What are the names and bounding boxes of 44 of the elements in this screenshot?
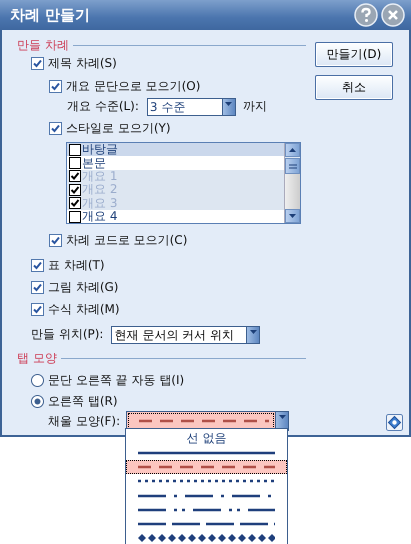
checkbox[interactable]	[31, 302, 44, 316]
checkbox-box[interactable]	[31, 56, 44, 70]
window-title: 차례 만들기	[10, 6, 90, 24]
checkbox[interactable]	[31, 258, 44, 272]
radio-label: 오른쪽 탭(R)	[48, 392, 118, 410]
field-label: 만들 위치(P):	[31, 326, 104, 343]
checkbox[interactable]	[49, 122, 62, 134]
checkbox[interactable]	[49, 234, 62, 246]
checkbox-label: 차례 코드로 모으기(C)	[66, 232, 188, 248]
dropdown-option[interactable]: 선 없음	[126, 430, 287, 446]
dropdown-arrow-icon	[278, 415, 286, 420]
scrollbar[interactable]	[284, 143, 300, 223]
field-label: 개요 수준(L):	[67, 98, 139, 115]
checkbox[interactable]	[49, 80, 62, 92]
style-list-item[interactable]: 바탕글	[67, 143, 284, 156]
dropdown-arrow-icon	[225, 102, 232, 106]
checkbox-label: 표 차례(T)	[48, 256, 105, 274]
radio-button[interactable]	[31, 374, 44, 386]
field-label: 채울 모양(F):	[48, 412, 120, 430]
radio-button[interactable]	[31, 394, 44, 408]
checkbox[interactable]: 제목 차례(S)	[2, 53, 306, 73]
checkbox[interactable]	[31, 280, 44, 294]
dropdown-arrow-icon	[250, 330, 257, 334]
scroll-down-icon[interactable]	[289, 214, 296, 218]
radio-label: 문단 오른쪽 끝 자동 탭(I)	[48, 372, 184, 388]
checkbox[interactable]	[69, 210, 81, 223]
section-title: 만들 차례	[17, 36, 69, 54]
section-title: 탭 모양	[17, 350, 57, 366]
suffix-label: 까지	[242, 98, 267, 115]
checkbox-label: 개요 문단으로 모으기(O)	[66, 78, 200, 94]
checkbox[interactable]	[69, 144, 81, 156]
level-select[interactable]: 3 수준	[146, 98, 236, 116]
checkbox[interactable]	[69, 157, 81, 170]
checkbox-label: 그림 차례(G)	[48, 278, 118, 296]
close-icon[interactable]	[381, 3, 405, 27]
dropdown-option[interactable]	[126, 460, 287, 474]
checkbox-label: 수식 차례(M)	[48, 300, 120, 318]
grip-icon[interactable]	[288, 164, 296, 168]
dialog-button[interactable]: 만들기(D)	[315, 42, 393, 67]
help-icon[interactable]	[386, 414, 403, 431]
scroll-up-icon[interactable]	[289, 148, 296, 152]
location-select[interactable]: 현재 문서의 커서 위치	[111, 326, 260, 344]
dialog-button[interactable]: 취소	[315, 75, 393, 100]
checkbox-label: 스타일로 모으기(Y)	[66, 120, 171, 136]
